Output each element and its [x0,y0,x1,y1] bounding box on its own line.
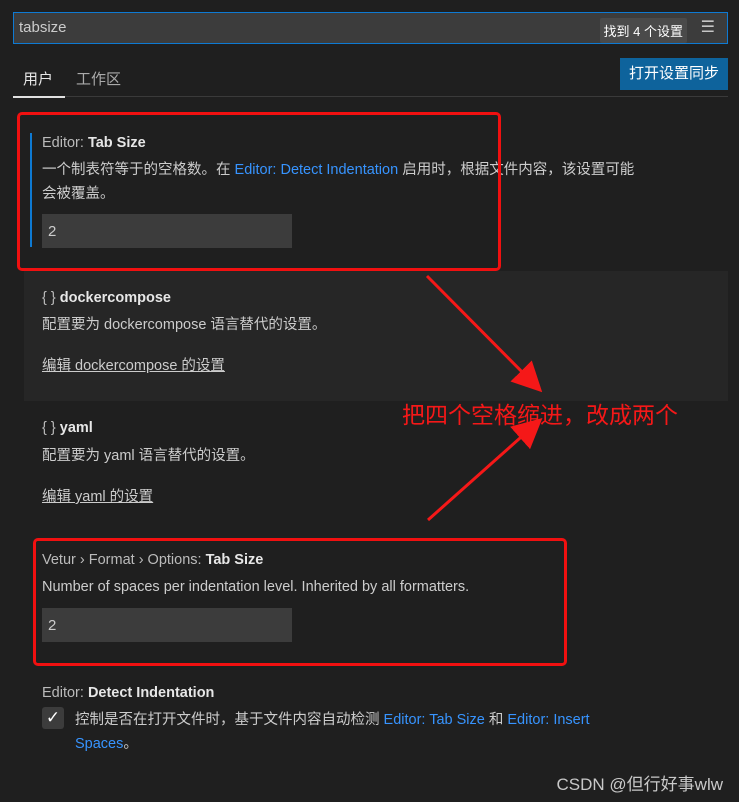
annotation-text: 把四个空格缩进，改成两个 [402,402,678,428]
watermark: CSDN @但行好事wlw [556,775,723,794]
arrow-line [427,418,543,522]
arrow-line [425,274,543,393]
